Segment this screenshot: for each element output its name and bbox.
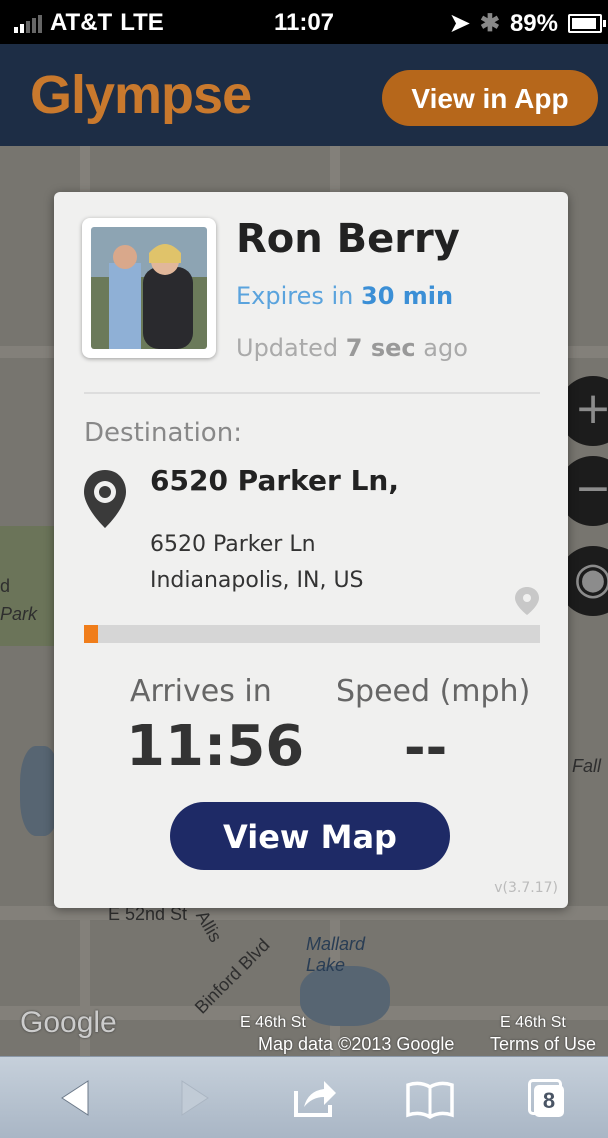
map-attribution: Map data ©2013 Google [258, 1034, 455, 1054]
destination-label: Destination: [84, 418, 242, 448]
address-line-2: Indianapolis, IN, US [150, 568, 364, 593]
avatar-photo-image [91, 227, 207, 349]
street-46th-right: E 46th St [500, 1014, 566, 1031]
glympse-info-card: Ron Berry Expires in 30 min Updated 7 se… [54, 192, 568, 908]
status-right: ➤ ✱ 89% [449, 9, 606, 38]
share-icon[interactable] [284, 1071, 344, 1125]
battery-percent: 89% [509, 9, 558, 37]
address-title: 6520 Parker Ln, [150, 464, 399, 497]
glympse-logo: Glympse [30, 65, 252, 125]
status-bar: AT&T LTE 11:07 ➤ ✱ 89% [0, 0, 608, 44]
destination-marker-icon [515, 587, 539, 615]
updated-text: Updated 7 sec ago [236, 334, 468, 362]
trip-progress-fill [84, 625, 98, 643]
tabs-count: 8 [534, 1085, 564, 1117]
avatar [82, 218, 216, 358]
user-name: Ron Berry [236, 216, 460, 262]
address-line-1: 6520 Parker Ln [150, 532, 316, 557]
forward-icon[interactable] [164, 1071, 224, 1125]
browser-toolbar: 8 [0, 1056, 608, 1138]
arrives-value: 11:56 [126, 714, 305, 779]
version-label: v(3.7.17) [494, 880, 558, 896]
app-header: Glympse View in App [0, 44, 608, 146]
back-icon[interactable] [46, 1071, 106, 1125]
divider [84, 392, 540, 394]
terms-of-use-link[interactable]: Terms of Use [490, 1034, 596, 1055]
expires-text: Expires in 30 min [236, 282, 454, 310]
battery-icon [568, 14, 606, 33]
google-logo: Google [20, 1006, 117, 1039]
view-map-button[interactable]: View Map [170, 802, 450, 870]
updated-value: 7 sec [345, 334, 416, 362]
location-arrow-icon: ➤ [449, 10, 470, 37]
destination-pin-icon [84, 470, 126, 528]
expires-value: 30 min [361, 282, 454, 310]
arrives-label: Arrives in [130, 674, 272, 709]
bookmarks-icon[interactable] [400, 1071, 460, 1125]
trip-progress-bar [84, 625, 540, 643]
view-in-app-button[interactable]: View in App [382, 70, 598, 126]
tabs-button[interactable]: 8 [520, 1071, 580, 1125]
speed-value: -- [404, 718, 448, 778]
bluetooth-icon: ✱ [479, 10, 500, 37]
street-46th: E 46th St [240, 1014, 306, 1031]
speed-label: Speed (mph) [336, 674, 531, 709]
